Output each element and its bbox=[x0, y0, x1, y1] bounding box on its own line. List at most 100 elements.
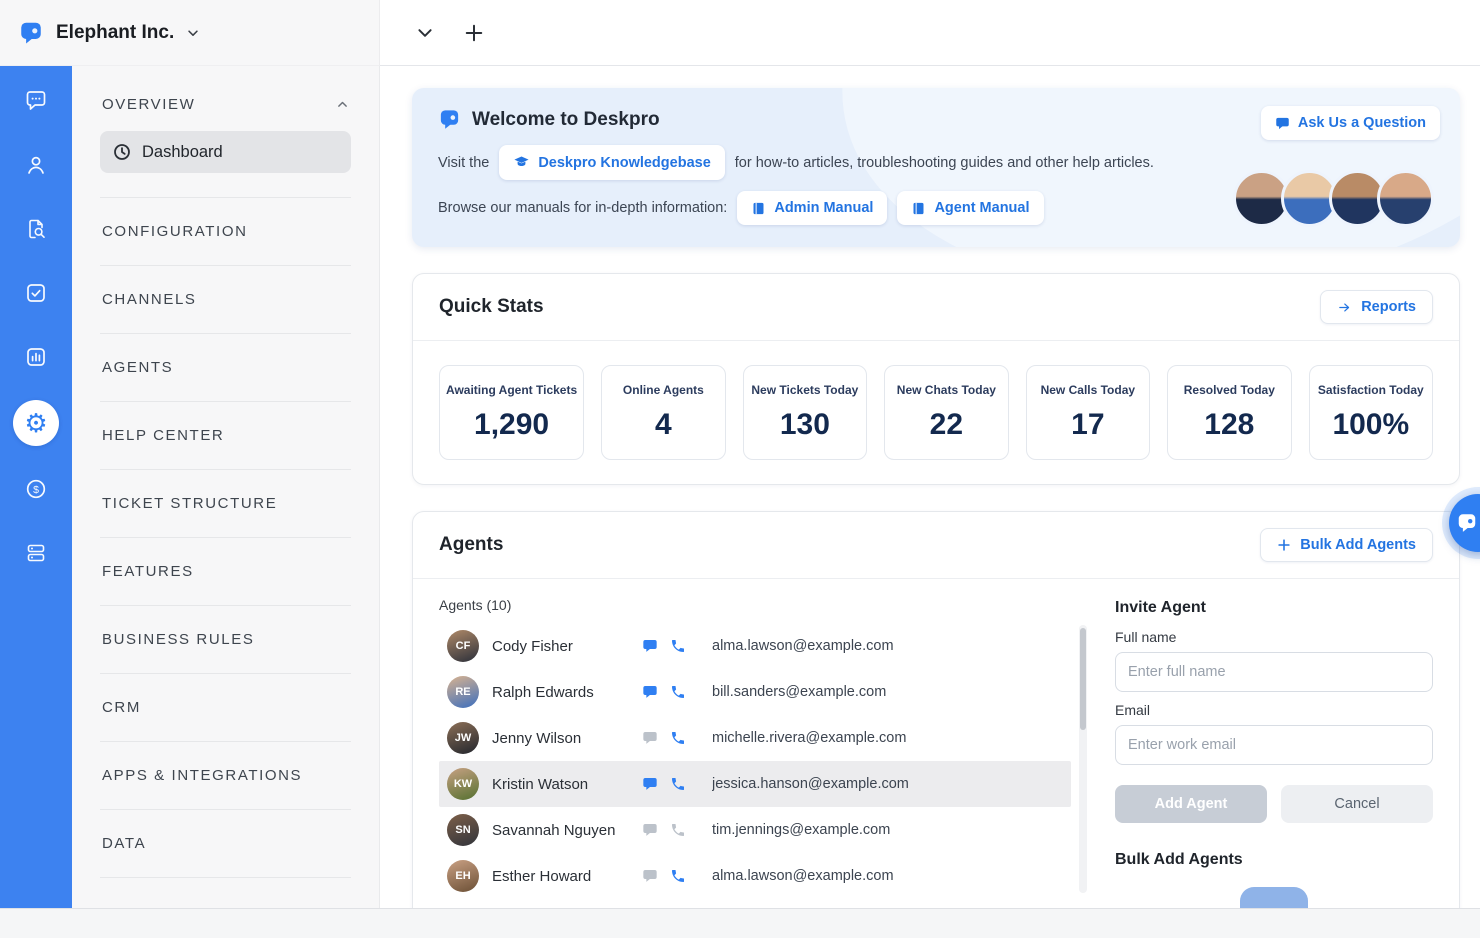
agent-count-label: Agents (10) bbox=[439, 597, 1087, 613]
deskpro-banner-logo-icon bbox=[438, 108, 461, 131]
chat-nav-icon[interactable] bbox=[23, 88, 49, 114]
sidebar-item-features[interactable]: FEATURES bbox=[100, 538, 351, 606]
reports-nav-icon[interactable] bbox=[23, 344, 49, 370]
stat-satisfaction-today: Satisfaction Today 100% bbox=[1309, 365, 1433, 460]
agent-name: Jenny Wilson bbox=[492, 730, 642, 747]
agent-row[interactable]: JW Jenny Wilson michelle.rivera@example.… bbox=[439, 715, 1071, 761]
bulk-add-illustration bbox=[1240, 887, 1308, 908]
phone-icon[interactable] bbox=[670, 776, 686, 792]
stat-label: Satisfaction Today bbox=[1316, 383, 1426, 397]
chat-icon[interactable] bbox=[642, 776, 658, 792]
agent-avatar: RE bbox=[447, 676, 479, 708]
email-field[interactable] bbox=[1115, 725, 1433, 765]
agent-email: tim.jennings@example.com bbox=[712, 822, 890, 838]
agent-name: Cody Fisher bbox=[492, 638, 642, 655]
footer-bar bbox=[0, 908, 1480, 938]
collapse-chevron-icon[interactable] bbox=[416, 24, 434, 42]
sidebar-item-business-rules[interactable]: BUSINESS RULES bbox=[100, 606, 351, 674]
data-nav-icon[interactable] bbox=[23, 540, 49, 566]
invite-agent-panel: Invite Agent Full name Email Add Agent C… bbox=[1115, 595, 1433, 908]
overview-label: OVERVIEW bbox=[102, 96, 195, 113]
sidebar-item-channels[interactable]: CHANNELS bbox=[100, 266, 351, 334]
stat-value: 128 bbox=[1174, 408, 1284, 442]
add-tab-plus-icon[interactable] bbox=[464, 23, 484, 43]
chat-icon[interactable] bbox=[642, 730, 658, 746]
tasks-nav-icon[interactable] bbox=[23, 280, 49, 306]
org-switcher[interactable]: Elephant Inc. bbox=[0, 0, 380, 66]
org-name: Elephant Inc. bbox=[56, 22, 174, 44]
graduation-cap-icon bbox=[513, 154, 530, 171]
scrollbar-track[interactable] bbox=[1079, 625, 1087, 893]
phone-icon[interactable] bbox=[670, 684, 686, 700]
agents-title: Agents bbox=[439, 534, 503, 556]
admin-manual-button[interactable]: Admin Manual bbox=[737, 191, 887, 225]
sidebar-item-crm[interactable]: CRM bbox=[100, 674, 351, 742]
content: Ask Us a Question Welcome to Deskpro Vis… bbox=[380, 66, 1480, 908]
agent-avatar: CF bbox=[447, 630, 479, 662]
agent-row[interactable]: RE Ralph Edwards bill.sanders@example.co… bbox=[439, 669, 1071, 715]
quick-stats-title: Quick Stats bbox=[439, 296, 544, 318]
chat-icon[interactable] bbox=[642, 638, 658, 654]
chat-icon[interactable] bbox=[642, 684, 658, 700]
agent-name: Ralph Edwards bbox=[492, 684, 642, 701]
stat-new-calls-today: New Calls Today 17 bbox=[1026, 365, 1150, 460]
knowledgebase-button[interactable]: Deskpro Knowledgebase bbox=[499, 145, 724, 180]
reports-button[interactable]: Reports bbox=[1320, 290, 1433, 324]
chat-icon[interactable] bbox=[642, 822, 658, 838]
content-header bbox=[380, 0, 1480, 66]
chat-bubble-icon bbox=[1275, 116, 1290, 131]
agents-nav-icon[interactable] bbox=[23, 152, 49, 178]
team-avatar bbox=[1377, 170, 1434, 227]
phone-icon[interactable] bbox=[670, 638, 686, 654]
email-label: Email bbox=[1115, 702, 1433, 718]
sidebar-item-configuration[interactable]: CONFIGURATION bbox=[100, 198, 351, 266]
stat-label: New Calls Today bbox=[1033, 383, 1143, 397]
phone-icon[interactable] bbox=[670, 868, 686, 884]
svg-text:$: $ bbox=[33, 484, 39, 496]
add-agent-button[interactable]: Add Agent bbox=[1115, 785, 1267, 823]
agent-row[interactable]: CF Cody Fisher alma.lawson@example.com bbox=[439, 623, 1071, 669]
stat-label: Resolved Today bbox=[1174, 383, 1284, 397]
cancel-button[interactable]: Cancel bbox=[1281, 785, 1433, 823]
scrollbar-thumb[interactable] bbox=[1080, 628, 1086, 730]
bulk-add-agents-label: Bulk Add Agents bbox=[1300, 537, 1416, 553]
sidebar-item-overview[interactable]: OVERVIEW bbox=[100, 92, 351, 113]
main-area: ⚙ $ OVERVIEW bbox=[0, 66, 1480, 908]
stat-value: 17 bbox=[1033, 408, 1143, 442]
quick-stats-card: Quick Stats Reports Awaiting Agent Ticke… bbox=[412, 273, 1460, 485]
search-document-nav-icon[interactable] bbox=[23, 216, 49, 242]
agent-row-selected[interactable]: KW Kristin Watson jessica.hanson@example… bbox=[439, 761, 1071, 807]
settings-gear-active[interactable]: ⚙ bbox=[13, 400, 59, 446]
sidebar-item-dashboard[interactable]: Dashboard bbox=[100, 131, 351, 173]
phone-icon[interactable] bbox=[670, 822, 686, 838]
stat-value: 22 bbox=[891, 408, 1001, 442]
stats-row: Awaiting Agent Tickets 1,290 Online Agen… bbox=[413, 341, 1459, 484]
agent-manual-label: Agent Manual bbox=[934, 200, 1029, 216]
agent-row[interactable]: SN Savannah Nguyen tim.jennings@example.… bbox=[439, 807, 1071, 853]
phone-icon[interactable] bbox=[670, 730, 686, 746]
app-window: Elephant Inc. bbox=[0, 0, 1480, 938]
plus-icon bbox=[1277, 538, 1291, 552]
overview-section: OVERVIEW Dashboard bbox=[100, 92, 351, 198]
topbar: Elephant Inc. bbox=[0, 0, 1480, 66]
stat-new-tickets-today: New Tickets Today 130 bbox=[743, 365, 867, 460]
stat-label: Awaiting Agent Tickets bbox=[446, 383, 577, 397]
sidebar-item-agents[interactable]: AGENTS bbox=[100, 334, 351, 402]
ask-us-question-button[interactable]: Ask Us a Question bbox=[1261, 106, 1440, 140]
billing-nav-icon[interactable]: $ bbox=[23, 476, 49, 502]
chevron-down-icon[interactable] bbox=[186, 26, 200, 40]
chat-icon[interactable] bbox=[642, 868, 658, 884]
sidebar-item-apps-integrations[interactable]: APPS & INTEGRATIONS bbox=[100, 742, 351, 810]
agent-row[interactable]: EH Esther Howard alma.lawson@example.com bbox=[439, 853, 1071, 895]
sidebar-item-help-center[interactable]: HELP CENTER bbox=[100, 402, 351, 470]
stat-value: 4 bbox=[608, 408, 718, 442]
visit-suffix-text: for how-to articles, troubleshooting gui… bbox=[735, 155, 1154, 171]
sidebar-item-ticket-structure[interactable]: TICKET STRUCTURE bbox=[100, 470, 351, 538]
bulk-add-agents-button[interactable]: Bulk Add Agents bbox=[1260, 528, 1433, 562]
stat-resolved-today: Resolved Today 128 bbox=[1167, 365, 1291, 460]
sidebar-item-data[interactable]: DATA bbox=[100, 810, 351, 878]
book-icon bbox=[911, 201, 926, 216]
visit-prefix-text: Visit the bbox=[438, 155, 489, 171]
full-name-field[interactable] bbox=[1115, 652, 1433, 692]
agent-manual-button[interactable]: Agent Manual bbox=[897, 191, 1043, 225]
